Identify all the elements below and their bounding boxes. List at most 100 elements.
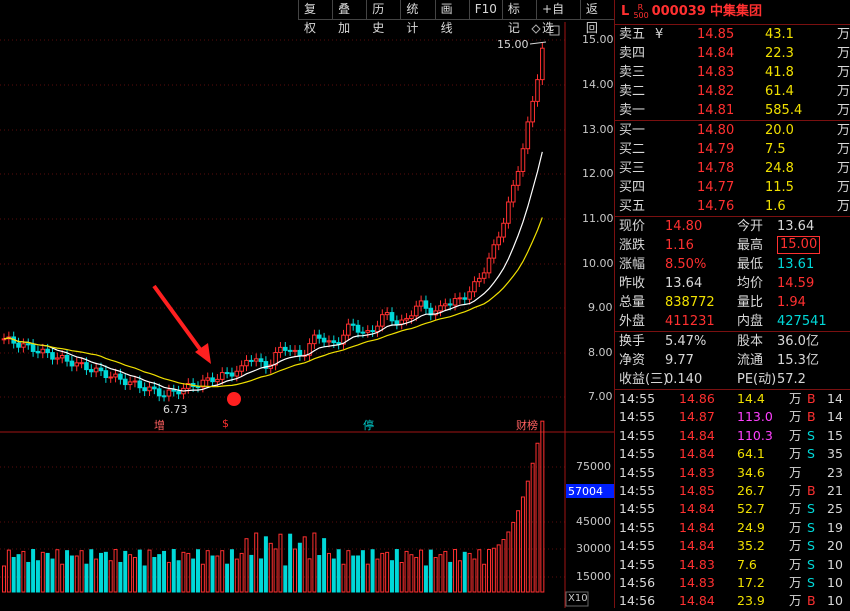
candle-body [312,334,317,345]
bid-row[interactable]: 买四 14.77 11.5 万 [615,178,850,197]
tick-volume: 7.6 [737,556,757,572]
price-tick: 14.00 [582,78,614,91]
tick-side: S [807,446,815,462]
volume-bar [312,532,317,593]
kline-svg[interactable] [0,0,614,608]
event-marker-increase[interactable]: 增 [154,417,165,433]
ask-unit: 万 [837,46,850,61]
candle-body [219,372,225,380]
volume-bar [45,552,50,593]
candle-body [127,381,133,386]
bid-price: 14.77 [697,180,735,195]
candle-body [384,312,390,316]
ask-label: 卖三 [619,65,646,80]
tick-row[interactable]: 14:55 14.84 52.7 万 S 25 [615,500,850,518]
tick-volume: 64.1 [737,446,765,462]
volume-bar [360,550,365,593]
bid-row[interactable]: 买三 14.78 24.8 万 [615,159,850,178]
ask-row[interactable]: 卖二 14.82 61.4 万 [615,82,850,101]
event-marker-finance[interactable]: 财榜 [516,417,538,433]
tick-row[interactable]: 14:55 14.86 14.4 万 B 14 [615,390,850,408]
kline-chart[interactable]: 复权 叠加 历史 统计 画线 F10 标记 +自选 返回 15.00 14.00… [0,0,614,608]
volume-bar [414,556,419,593]
bid-label: 买四 [619,180,646,195]
tick-row[interactable]: 14:55 14.84 24.9 万 S 19 [615,519,850,537]
tick-volume: 34.6 [737,464,765,480]
quote-label: 昨收 [619,276,646,291]
volume-unit-label: X10 [568,593,588,604]
quote-row: 涨幅 8.50% 最低 13.61 [615,255,850,274]
toolbar-history-button[interactable]: 历史 [366,0,401,35]
volume-bar [176,560,181,593]
toolbar-fuquan-button[interactable]: 复权 [298,0,333,35]
tick-side: S [807,501,815,517]
bid-row[interactable]: 买二 14.79 7.5 万 [615,140,850,159]
quote-value: 13.64 [665,276,703,291]
candle-body [355,324,361,333]
tick-row[interactable]: 14:55 14.87 113.0 万 B 14 [615,408,850,426]
tick-row[interactable]: 14:56 14.83 17.2 万 S 10 [615,574,850,592]
tick-row[interactable]: 14:55 14.83 34.6 万 23 [615,464,850,482]
volume-tick: 45000 [576,515,611,528]
ask-row[interactable]: 卖四 14.84 22.3 万 [615,44,850,63]
candle-body [176,390,181,395]
toolbar-draw-button[interactable]: 画线 [434,0,469,35]
quote-label: 外盘 [619,314,646,329]
candle-body [535,79,540,102]
toolbar-mark-button[interactable]: 标记 [501,0,537,35]
volume-bar [259,558,264,593]
tick-row[interactable]: 14:55 14.84 35.2 万 S 20 [615,537,850,555]
volume-bar [297,542,302,593]
volume-bar [181,551,186,593]
candle-body [404,317,409,321]
volume-bar [322,538,327,593]
tick-price: 14.83 [679,556,715,572]
volume-bar [443,550,448,593]
tick-count: 10 [827,574,843,590]
ask-row[interactable]: 卖五 ¥14.85 43.1 万 [615,25,850,44]
candle-body [278,346,283,354]
candle-body [365,330,371,333]
toolbar-stats-button[interactable]: 统计 [400,0,435,35]
bid-row[interactable]: 买五 14.76 1.6 万 [615,197,850,216]
chart-toolbar: 复权 叠加 历史 统计 画线 F10 标记 +自选 返回 [298,0,614,35]
candle-body [137,380,143,389]
volume-bar [487,548,491,593]
stats-label: PE(动) [737,372,777,387]
quote-block: 现价 14.80 今开 13.64 涨跌 1.16 最高 15.00 涨幅 8.50% 最低 13.6… [615,217,850,331]
volume-bar [74,555,79,593]
tick-row[interactable]: 14:55 14.84 110.3 万 S 15 [615,427,850,445]
toolbar-f10-button[interactable]: F10 [468,0,502,20]
event-marker-dividend[interactable]: $ [222,417,229,430]
tick-row[interactable]: 14:55 14.83 7.6 万 S 10 [615,556,850,574]
candle-body [224,372,230,375]
candle-body [249,359,254,362]
toolbar-add-watchlist-button[interactable]: +自选 [536,0,580,35]
ask-volume: 41.8 [765,65,794,80]
toolbar-back-button[interactable]: 返回 [579,0,614,35]
bid-volume: 24.8 [765,161,794,176]
ask-row[interactable]: 卖三 14.83 41.8 万 [615,63,850,82]
volume-bar [404,550,409,593]
tick-row[interactable]: 14:55 14.85 26.7 万 B 21 [615,482,850,500]
volume-bar [205,550,210,593]
toolbar-overlay-button[interactable]: 叠加 [332,0,367,35]
volume-bar [462,551,467,593]
tick-time: 14:55 [619,538,656,554]
tick-unit: 万 [789,464,802,480]
volume-bar [346,550,351,593]
low-annotation: 6.73 [163,403,188,416]
quote-label: 现价 [619,219,646,234]
quote-value: 14.80 [665,219,703,234]
price-tick: 8.00 [588,346,613,359]
candle-body [59,355,65,359]
bid-unit: 万 [837,180,850,195]
ask-row[interactable]: 卖一 14.81 585.4 万 [615,101,850,120]
event-marker-halt[interactable]: 停 [363,417,374,433]
tick-row[interactable]: 14:55 14.84 64.1 万 S 35 [615,445,850,463]
candle-body [418,300,424,307]
bid-row[interactable]: 买一 14.80 20.0 万 [615,121,850,140]
candle-body [244,359,249,367]
candle-body [205,377,210,381]
volume-bar [191,558,196,593]
